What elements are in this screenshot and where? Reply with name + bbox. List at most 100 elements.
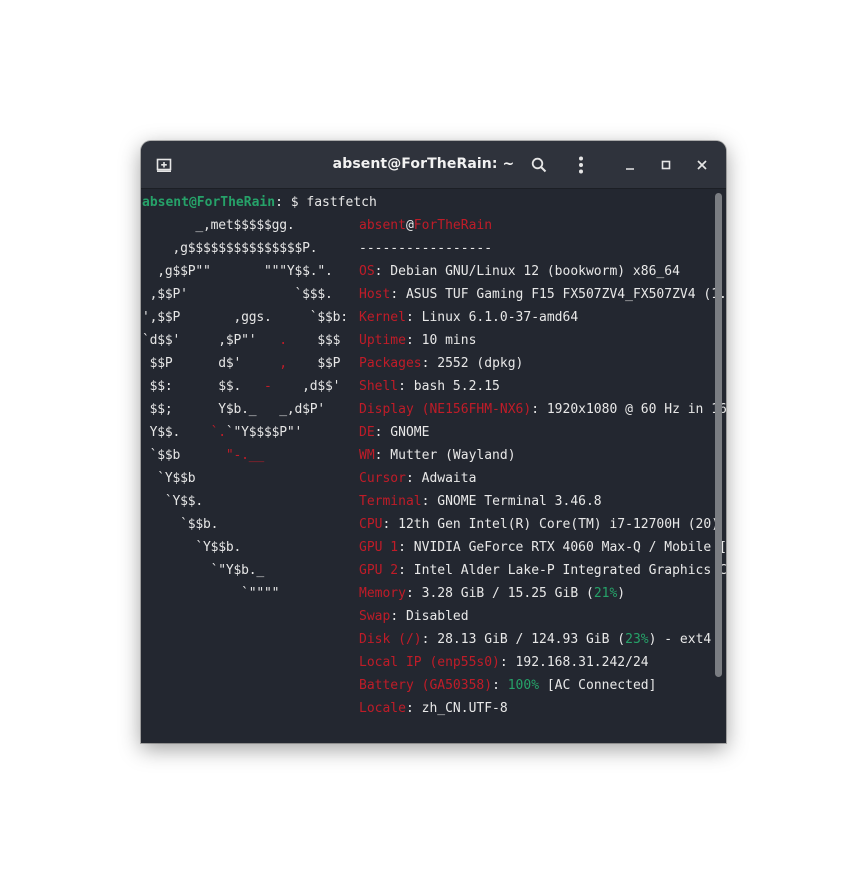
logo-line: Y$$. `.`"Y$$$$P"' — [142, 421, 303, 444]
logo-segment: `Y$$b — [142, 471, 196, 486]
info-value: ) - ext4 — [648, 632, 712, 647]
info-row: GPU 2: Intel Alder Lake-P Integrated Gra… — [359, 559, 726, 582]
info-key: DE — [359, 425, 375, 440]
logo-segment: $$P d$' — [142, 356, 280, 371]
maximize-button[interactable] — [651, 150, 681, 180]
info-value: : GNOME Terminal 3.46.8 — [421, 494, 602, 509]
logo-segment: - — [264, 379, 272, 394]
header-segment: @ — [405, 218, 414, 233]
info-value: : GNOME — [374, 425, 430, 440]
logo-line: `d$$' ,$P"' . $$$ — [142, 329, 341, 352]
logo-segment: ,$$P' `$$$. — [142, 287, 333, 302]
terminal-window: absent@ForTheRain: ~ absent@ForTheRain: … — [141, 141, 726, 743]
logo-line: ,$$P' `$$$. — [142, 283, 333, 306]
prompt-user-host: absent@ForTheRain — [142, 195, 276, 210]
info-row: WM: Mutter (Wayland) — [359, 444, 516, 467]
logo-segment: . — [279, 333, 287, 348]
prompt-line: absent@ForTheRain: $ fastfetch — [142, 191, 377, 214]
info-row: Cursor: Adwaita — [359, 467, 476, 490]
logo-segment: ,g$$$$$$$$$$$$$$$P. — [142, 241, 318, 256]
header-segment: ForTheRain — [413, 218, 493, 233]
info-value: : 12th Gen Intel(R) Core(TM) i7-12700H (… — [382, 517, 726, 532]
close-icon — [696, 159, 708, 171]
logo-segment: $$P — [286, 356, 341, 371]
logo-line: `Y$$b. — [142, 536, 241, 559]
search-button[interactable] — [524, 150, 554, 180]
info-key: Swap — [359, 609, 391, 624]
info-key: Battery (GA50358) — [359, 678, 493, 693]
info-key: Host — [359, 287, 391, 302]
minimize-button[interactable] — [615, 150, 645, 180]
logo-segment: "-.__ — [225, 448, 265, 463]
info-value: 23% — [625, 632, 649, 647]
info-row: CPU: 12th Gen Intel(R) Core(TM) i7-12700… — [359, 513, 726, 536]
logo-segment: ,g$$P"" """Y$$.". — [142, 264, 333, 279]
info-key: Local IP (enp55s0) — [359, 655, 500, 670]
prompt-command: fastfetch — [306, 195, 377, 210]
info-value: : 192.168.31.242/24 — [499, 655, 649, 670]
info-value: 21% — [593, 586, 618, 601]
info-value: : bash 5.2.15 — [398, 379, 500, 394]
info-value: : zh_CN.UTF-8 — [405, 701, 508, 716]
terminal-output[interactable]: absent@ForTheRain: $ fastfetch _,met$$$$… — [141, 189, 726, 743]
info-key: Disk (/) — [359, 632, 422, 647]
info-key: Display (NE156FHM-NX6) — [359, 402, 532, 417]
info-separator: ----------------- — [359, 241, 493, 256]
info-row: OS: Debian GNU/Linux 12 (bookworm) x86_6… — [359, 260, 680, 283]
logo-segment: Y$$. — [142, 425, 211, 440]
logo-segment: _,met$$$$$gg. — [142, 218, 295, 233]
info-value: : 2552 (dpkg) — [421, 356, 524, 371]
logo-segment: , — [279, 356, 287, 371]
logo-line: _,met$$$$$gg. — [142, 214, 295, 237]
info-key: CPU — [359, 517, 383, 532]
info-value: : Mutter (Wayland) — [374, 448, 516, 463]
info-value: : 10 mins — [405, 333, 477, 348]
info-key: Shell — [359, 379, 399, 394]
info-row: Locale: zh_CN.UTF-8 — [359, 697, 508, 720]
info-key: Packages — [359, 356, 422, 371]
info-row: Uptime: 10 mins — [359, 329, 476, 352]
logo-line: ',$$P ,ggs. `$$b: — [142, 306, 348, 329]
minimize-icon — [624, 159, 636, 171]
logo-line: ,g$$P"" """Y$$.". — [142, 260, 333, 283]
info-value: [AC Connected] — [539, 678, 657, 693]
logo-line: `Y$$. — [142, 490, 203, 513]
info-row: Packages: 2552 (dpkg) — [359, 352, 523, 375]
logo-line: `$$b "-.__ — [142, 444, 265, 467]
logo-segment: $$: $$. — [142, 379, 265, 394]
info-key: OS — [359, 264, 375, 279]
logo-segment: `$$b — [142, 448, 226, 463]
prompt-symbol: : $ — [275, 195, 307, 210]
titlebar[interactable]: absent@ForTheRain: ~ — [141, 141, 726, 189]
info-key: GPU 1 — [359, 540, 399, 555]
close-button[interactable] — [687, 150, 717, 180]
logo-segment: `"Y$$$$P"' — [225, 425, 303, 440]
logo-segment: `Y$$b. — [142, 540, 242, 555]
logo-line: $$: $$. - ,d$$' — [142, 375, 341, 398]
info-value: ) — [617, 586, 626, 601]
info-value: : Adwaita — [405, 471, 477, 486]
info-value: : 28.13 GiB / 124.93 GiB ( — [421, 632, 626, 647]
scrollbar[interactable] — [715, 193, 722, 677]
info-row: Shell: bash 5.2.15 — [359, 375, 500, 398]
header-segment: absent — [359, 218, 406, 233]
logo-line: `"Y$b._ — [142, 559, 265, 582]
logo-segment: `"""" — [142, 586, 280, 601]
info-value: : — [492, 678, 508, 693]
info-key: Uptime — [359, 333, 406, 348]
logo-segment: `"Y$b._ — [142, 563, 265, 578]
info-value: 100% — [507, 678, 540, 693]
info-value: : 3.28 GiB / 15.25 GiB ( — [405, 586, 594, 601]
info-value: : NVIDIA GeForce RTX 4060 Max-Q / Mobile… — [398, 540, 726, 555]
info-row: Display (NE156FHM-NX6): 1920x1080 @ 60 H… — [359, 398, 726, 421]
info-value: : Debian GNU/Linux 12 (bookworm) x86_64 — [374, 264, 680, 279]
info-row: DE: GNOME — [359, 421, 429, 444]
logo-segment: `. — [210, 425, 226, 440]
info-row: Kernel: Linux 6.1.0-37-amd64 — [359, 306, 578, 329]
info-value: : 1920x1080 @ 60 Hz in 16"] — [531, 402, 726, 417]
info-row: Disk (/): 28.13 GiB / 124.93 GiB (23%) -… — [359, 628, 711, 651]
logo-line: ,g$$$$$$$$$$$$$$$P. — [142, 237, 318, 260]
menu-button[interactable] — [566, 150, 596, 180]
info-row: Swap: Disabled — [359, 605, 469, 628]
logo-segment: ',$$P ,ggs. `$$b: — [142, 310, 348, 325]
